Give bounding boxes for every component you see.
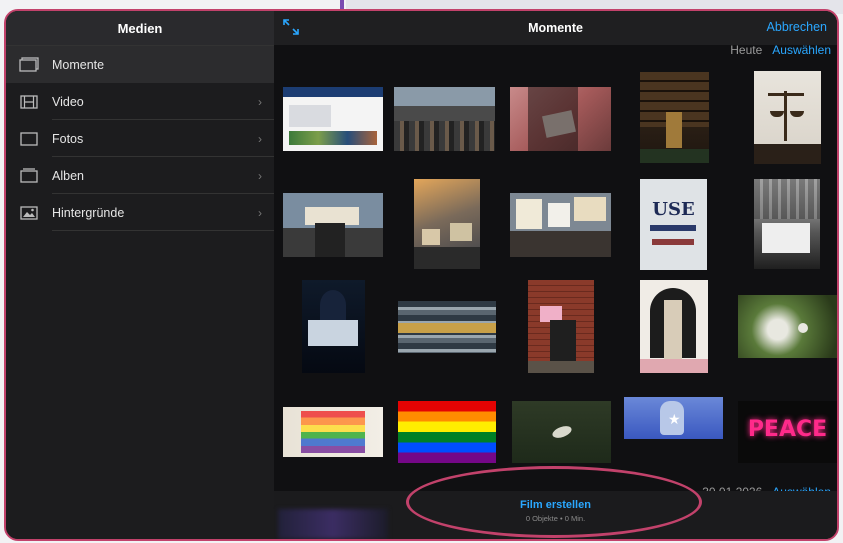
- moments-panel: Momente Abbrechen Heute Auswählen USE ★ …: [274, 11, 837, 539]
- film-icon: [18, 94, 40, 110]
- sidebar-item-fotos[interactable]: Fotos ›: [6, 120, 274, 157]
- divider: [52, 230, 274, 231]
- photo-thumbnail[interactable]: [640, 280, 708, 373]
- photo-thumbnail[interactable]: [510, 87, 611, 151]
- photo-thumbnail[interactable]: [394, 87, 495, 151]
- photo-thumbnail[interactable]: [283, 87, 383, 151]
- sidebar-item-video[interactable]: Video ›: [6, 83, 274, 120]
- stack-icon: [18, 57, 40, 73]
- chevron-right-icon: ›: [258, 94, 262, 109]
- sidebar-item-alben[interactable]: Alben ›: [6, 157, 274, 194]
- photo-thumbnail[interactable]: [754, 179, 820, 269]
- selection-summary: 0 Objekte • 0 Min.: [525, 514, 586, 523]
- photo-thumbnail[interactable]: [738, 295, 837, 358]
- top-bar: Momente Abbrechen: [274, 11, 837, 45]
- photo-frame-icon: [18, 131, 40, 147]
- sidebar-item-label: Fotos: [52, 131, 84, 146]
- photo-thumbnail[interactable]: [414, 179, 480, 269]
- sidebar-item-label: Video: [52, 94, 84, 109]
- sidebar-title: Medien: [117, 20, 163, 36]
- photo-thumbnail[interactable]: [283, 193, 383, 257]
- section-label: Heute: [730, 43, 763, 57]
- create-movie-button[interactable]: Film erstellen 0 Objekte • 0 Min.: [274, 499, 837, 523]
- photo-thumbnail[interactable]: [302, 280, 365, 373]
- photo-thumbnail[interactable]: [512, 401, 611, 463]
- section-header-today: Heute Auswählen: [730, 43, 831, 57]
- cancel-button[interactable]: Abbrechen: [767, 20, 827, 34]
- photo-thumbnail[interactable]: PEACE: [738, 401, 837, 463]
- sidebar-item-label: Hintergründe: [52, 205, 125, 220]
- sidebar: Medien Momente Video › Fotos › Alben › H…: [6, 11, 274, 539]
- photo-thumbnail[interactable]: [510, 193, 611, 257]
- sidebar-item-label: Alben: [52, 168, 84, 183]
- photo-thumbnail[interactable]: [283, 407, 383, 457]
- photo-thumbnail[interactable]: USE: [640, 179, 707, 270]
- photo-thumbnail[interactable]: [528, 280, 594, 373]
- photo-thumbnail[interactable]: [754, 71, 821, 164]
- photo-thumbnail[interactable]: [398, 401, 496, 463]
- photo-thumbnail[interactable]: ★: [624, 397, 723, 439]
- select-button[interactable]: Auswählen: [772, 43, 831, 57]
- sidebar-item-label: Momente: [52, 57, 105, 72]
- media-browser-window: Medien Momente Video › Fotos › Alben › H…: [4, 9, 839, 541]
- create-movie-label: Film erstellen: [520, 499, 591, 511]
- photo-thumbnail[interactable]: [398, 301, 496, 353]
- page-title: Momente: [528, 21, 583, 35]
- sidebar-item-momente[interactable]: Momente: [6, 46, 274, 83]
- chevron-right-icon: ›: [258, 205, 262, 220]
- sidebar-item-hintergruende[interactable]: Hintergründe ›: [6, 194, 274, 231]
- chevron-right-icon: ›: [258, 131, 262, 146]
- album-icon: [18, 168, 40, 184]
- sidebar-header: Medien: [6, 11, 274, 46]
- landscape-icon: [18, 205, 40, 221]
- photo-thumbnail[interactable]: [640, 72, 709, 163]
- bottom-bar: Film erstellen 0 Objekte • 0 Min.: [274, 491, 837, 539]
- chevron-right-icon: ›: [258, 168, 262, 183]
